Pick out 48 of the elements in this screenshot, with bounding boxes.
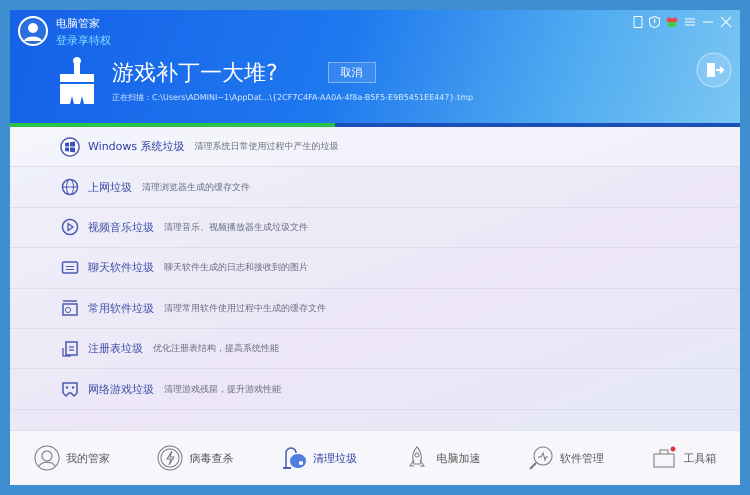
category-item[interactable]: 上网垃圾 清理浏览器生成的缓存文件: [10, 167, 740, 208]
nav-tab[interactable]: 软件管理: [528, 445, 604, 471]
vacuum-icon: [280, 445, 307, 471]
category-item[interactable]: Windows 系统垃圾 清理系统日常使用过程中产生的垃圾: [10, 127, 740, 168]
shield-icon[interactable]: [649, 16, 660, 28]
category-item[interactable]: 网络游戏垃圾 清理游戏残留，提升游戏性能: [10, 369, 740, 410]
login-link[interactable]: 登录享特权: [56, 33, 111, 48]
app-window-icon: [60, 298, 80, 318]
category-item[interactable]: 注册表垃圾 优化注册表结构，提高系统性能: [10, 328, 740, 370]
category-description: 清理浏览器生成的缓存文件: [142, 182, 250, 194]
category-description: 清理游戏残留，提升游戏性能: [164, 384, 281, 396]
play-icon: [60, 217, 80, 238]
nav-tab[interactable]: 工具箱: [651, 445, 716, 471]
close-icon[interactable]: [720, 16, 732, 28]
scan-path: 正在扫描：C:\Users\ADMINI~1\AppDat...\{2CF7C4FA-AA0A-4f8a-B5F5-E9B5451EE447}.tmp: [112, 92, 474, 102]
category-title: Windows 系统垃圾: [88, 139, 185, 154]
app-name: 电脑管家: [56, 16, 101, 31]
category-title: 聊天软件垃圾: [88, 260, 154, 276]
category-item[interactable]: 常用软件垃圾 清理常用软件使用过程中生成的缓存文件: [10, 288, 740, 329]
windows-icon: [60, 136, 80, 157]
cancel-button[interactable]: 取消: [328, 62, 376, 83]
nav-tab[interactable]: 电脑加速: [404, 445, 480, 471]
category-title: 常用软件垃圾: [88, 300, 154, 316]
nav-tab[interactable]: 清理垃圾: [280, 445, 357, 471]
menu-icon[interactable]: [684, 16, 696, 28]
avatar-icon[interactable]: [18, 16, 48, 46]
nav-tab[interactable]: 病毒查杀: [157, 445, 234, 471]
phone-icon[interactable]: [633, 16, 643, 28]
category-title: 网络游戏垃圾: [88, 382, 154, 397]
category-item[interactable]: 视频音乐垃圾 清理音乐、视频播放器生成垃圾文件: [10, 208, 740, 248]
category-description: 优化注册表结构，提高系统性能: [153, 342, 279, 356]
document-icon: [60, 338, 80, 359]
scan-headline: 游戏补丁一大堆?: [112, 60, 278, 88]
shirt-icon[interactable]: [666, 16, 678, 28]
category-description: 清理系统日常使用过程中产生的垃圾: [194, 140, 339, 154]
category-item[interactable]: 聊天软件垃圾 聊天软件生成的日志和接收到的图片: [10, 248, 740, 289]
exit-icon[interactable]: [696, 52, 732, 88]
category-title: 上网垃圾: [88, 180, 132, 195]
nav-tab[interactable]: 我的管家: [34, 445, 110, 471]
category-description: 聊天软件生成的日志和接收到的图片: [164, 262, 308, 274]
person-icon: [34, 445, 60, 471]
category-description: 清理常用软件使用过程中生成的缓存文件: [164, 302, 326, 315]
category-description: 清理音乐、视频播放器生成垃圾文件: [164, 222, 308, 234]
magnifier-icon: [528, 445, 554, 471]
category-title: 注册表垃圾: [88, 341, 143, 356]
category-title: 视频音乐垃圾: [88, 220, 154, 235]
lightning-icon: [157, 445, 184, 471]
globe-icon: [60, 177, 80, 198]
